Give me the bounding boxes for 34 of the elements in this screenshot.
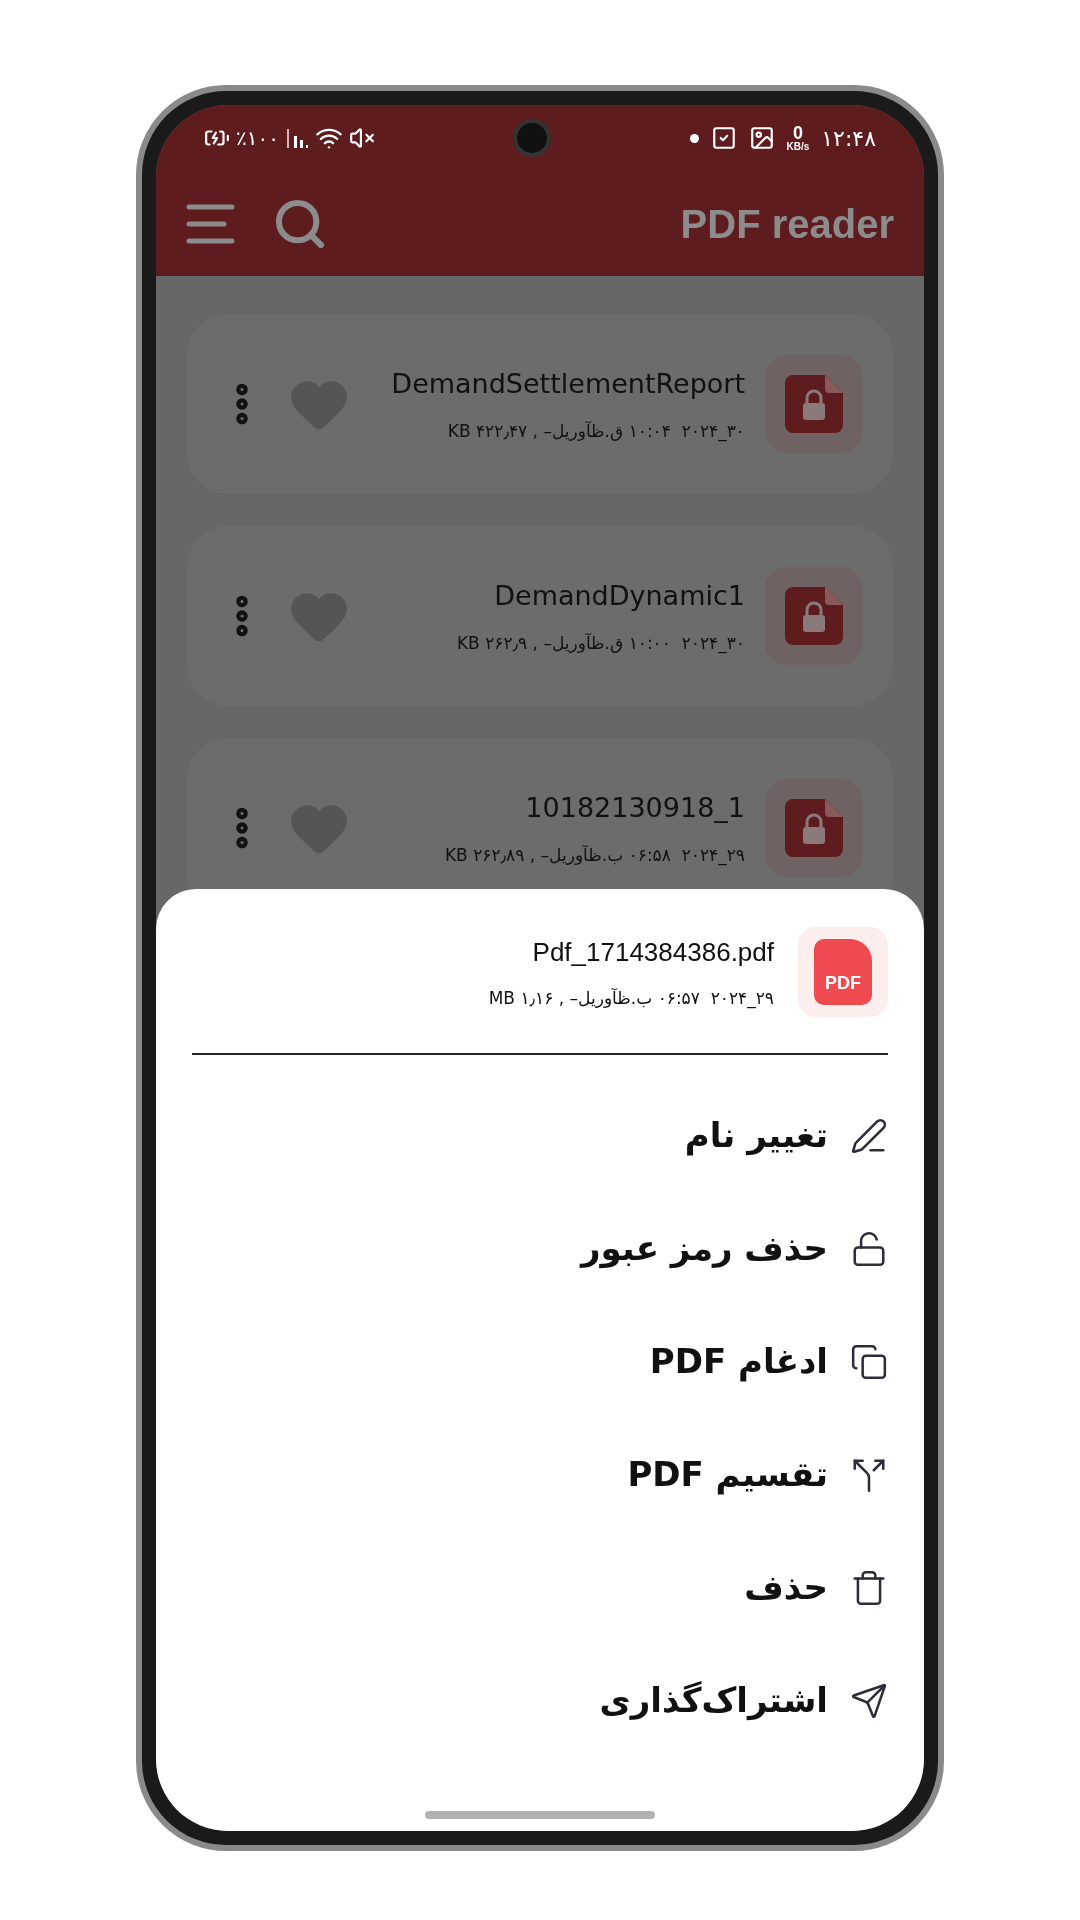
menu-item[interactable]: ادغام PDF xyxy=(192,1305,888,1418)
send-icon xyxy=(850,1681,888,1720)
pdf-label: PDF xyxy=(825,972,861,995)
pdf-lock-icon xyxy=(765,567,863,665)
menu-icon[interactable] xyxy=(186,202,236,245)
check-icon xyxy=(710,125,737,151)
file-name: DemandSettlementReport xyxy=(391,367,745,401)
menu-item[interactable]: حذف رمز عبور xyxy=(192,1192,888,1305)
file-meta: ۲۹_۲۰۲۴ ۰۶:۵۸ ب.ظآوریل– , ۲۶۲٫۸۹ KB xyxy=(444,843,745,868)
mute-icon xyxy=(348,125,375,151)
battery-level: ٪۱۰۰ xyxy=(236,125,279,152)
file-meta: ۳۰_۲۰۲۴ ۱۰:۰۰ ق.ظآوریل– , ۲۶۲٫۹ KB xyxy=(456,631,745,656)
file-name: DemandDynamic1 xyxy=(494,579,745,613)
speed-value: 0 xyxy=(792,124,803,142)
file-meta: ۲۹_۲۰۲۴ ۰۶:۵۷ ب.ظآوریل– , ۱٫۱۶ MB xyxy=(488,986,774,1011)
menu-item[interactable]: حذف xyxy=(192,1531,888,1644)
pencil-icon xyxy=(850,1116,888,1155)
trash-icon xyxy=(850,1568,888,1607)
file-meta: ۳۰_۲۰۲۴ ۱۰:۰۴ ق.ظآوریل– , ۴۲۲٫۴۷ KB xyxy=(447,419,745,444)
file-name: Pdf_1714384386.pdf xyxy=(532,935,774,969)
menu-item[interactable]: اشتراک‌گذاری xyxy=(192,1644,888,1757)
merge-icon xyxy=(850,1342,888,1381)
signal-icon xyxy=(284,126,309,150)
file-name: 10182130918_1 xyxy=(525,791,745,825)
pdf-lock-icon xyxy=(765,779,863,877)
app-title: PDF reader xyxy=(680,200,894,248)
menu-item[interactable]: تغییر نام xyxy=(192,1079,888,1192)
image-icon xyxy=(748,125,775,151)
pdf-lock-icon xyxy=(765,355,863,453)
clock: ۱۲:۴۸ xyxy=(821,124,876,153)
unlock-icon xyxy=(850,1229,888,1268)
speed-unit: KB/s xyxy=(786,142,810,152)
camera-hole xyxy=(513,119,552,157)
menu-item[interactable]: تقسیم PDF xyxy=(192,1418,888,1531)
